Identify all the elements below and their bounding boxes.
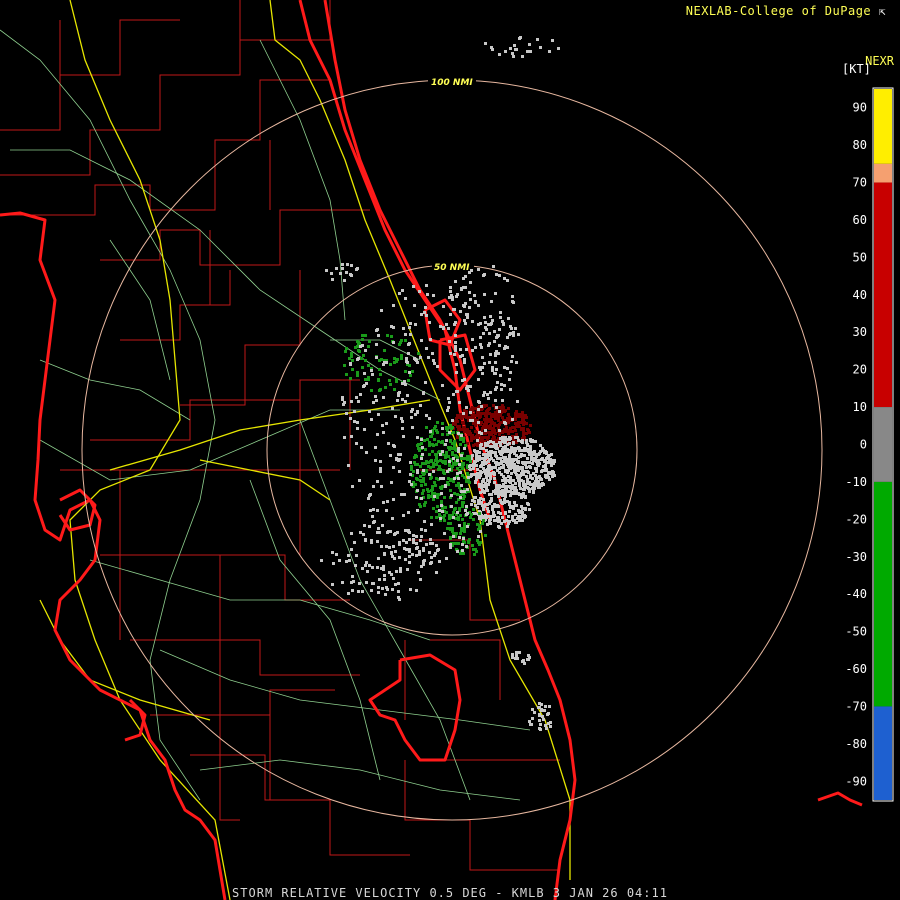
legend-band-5 (874, 706, 892, 800)
legend-band-4 (874, 481, 892, 707)
legend-tick-label: 0 (860, 438, 867, 452)
source-label: NEXLAB-College of DuPage (685, 4, 872, 18)
legend-tick-label: -10 (845, 475, 867, 489)
legend-band-0 (874, 89, 892, 164)
source-credit: NEXLAB-College of DuPage ⇱ (686, 4, 886, 18)
range-label-100: 100 NMI (431, 78, 473, 88)
legend-tick-label: 90 (853, 101, 867, 115)
minor-roads (0, 29, 531, 801)
legend-color-bands (874, 89, 892, 800)
velocity-echoes (320, 36, 560, 731)
legend-tick-label: 70 (853, 176, 867, 190)
legend-tick-label: -20 (845, 512, 867, 526)
legend-tick-label: 80 (853, 138, 867, 152)
legend-tick-label: -70 (845, 699, 867, 713)
legend-tick-label: -50 (845, 625, 867, 639)
legend-tick-label: 40 (853, 288, 867, 302)
legend-units: [KT] (842, 62, 871, 76)
legend-tick-label: 30 (853, 325, 867, 339)
legend-tick-label: -40 (845, 587, 867, 601)
cursor-icon: ⇱ (878, 5, 886, 18)
velocity-legend: 90 80 70 60 50 40 30 20 10 0 -10 -20 -30 -40 -50 -60 -70… (845, 87, 894, 802)
legend-tick-label: 10 (853, 400, 867, 414)
legend-tick-label: -90 (845, 774, 867, 788)
product-caption: STORM RELATIVE VELOCITY 0.5 DEG - KMLB 3… (232, 886, 668, 900)
legend-band-1 (874, 163, 892, 183)
legend-tick-label: 20 (853, 363, 867, 377)
legend-band-3 (874, 407, 892, 482)
legend-band-2 (874, 182, 892, 408)
legend-tick-label: 60 (853, 213, 867, 227)
legend-tick-label: -60 (845, 662, 867, 676)
legend-tick-label: -30 (845, 550, 867, 564)
radar-map: 100 NMI 50 NMI 90 80 70 60 50 40 30 20 10 0 -10 -20… (0, 0, 894, 900)
range-label-50: 50 NMI (434, 263, 470, 273)
legend-tick-label: -80 (845, 737, 867, 751)
legend-tick-label: 50 (853, 250, 867, 264)
legend-tick-labels: 90 80 70 60 50 40 30 20 10 0 -10 -20 -30 -40 -50 -60 -70… (845, 101, 867, 789)
